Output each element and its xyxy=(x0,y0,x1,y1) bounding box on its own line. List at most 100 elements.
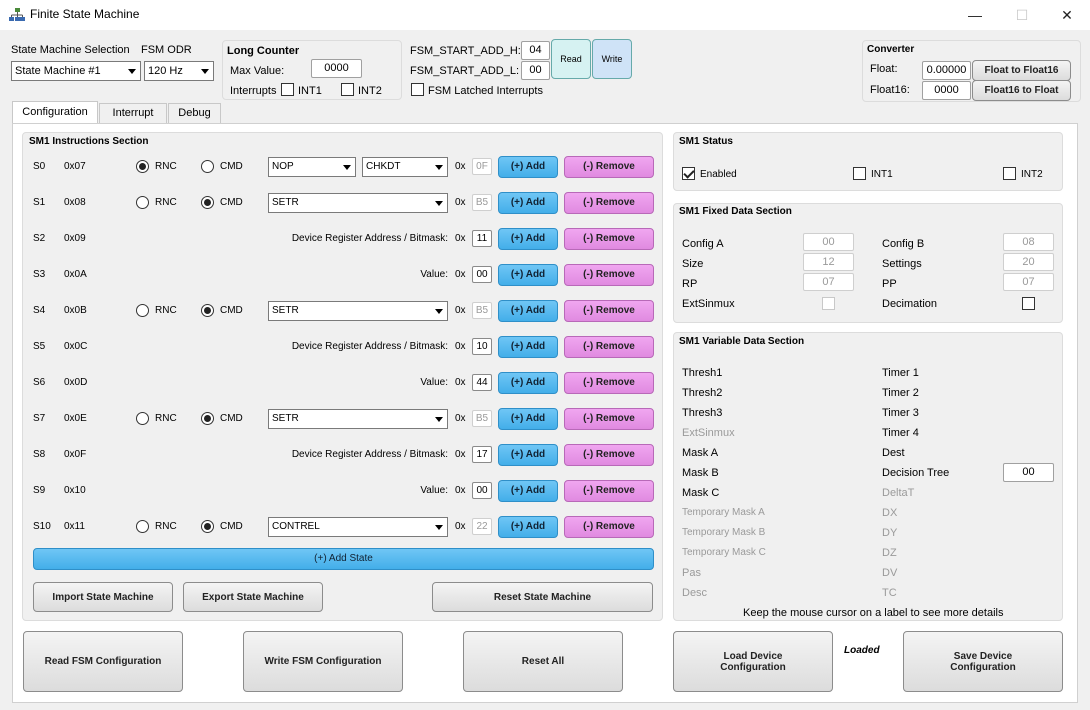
cmd-label: CMD xyxy=(220,197,243,208)
cmd-label: CMD xyxy=(220,413,243,424)
enabled-checkbox[interactable] xyxy=(682,167,695,180)
hex-value-field[interactable]: 44 xyxy=(472,374,492,391)
hex-value-field[interactable]: 00 xyxy=(472,482,492,499)
add-instruction-button[interactable]: (+) Add xyxy=(498,336,558,358)
instruction-combo[interactable]: NOP xyxy=(268,157,356,177)
minimize-button[interactable]: — xyxy=(958,4,992,26)
instruction-combo[interactable]: SETR xyxy=(268,301,448,321)
instruction-combo[interactable]: SETR xyxy=(268,193,448,213)
hex-value-field[interactable]: 00 xyxy=(472,266,492,283)
maximize-button[interactable]: ☐ xyxy=(1005,4,1039,26)
add-instruction-button[interactable]: (+) Add xyxy=(498,300,558,322)
add-instruction-button[interactable]: (+) Add xyxy=(498,156,558,178)
remove-instruction-button[interactable]: (-) Remove xyxy=(564,408,654,430)
instruction-combo[interactable]: CONTREL xyxy=(268,517,448,537)
cmd-radio[interactable] xyxy=(201,160,214,173)
remove-instruction-button[interactable]: (-) Remove xyxy=(564,336,654,358)
add-instruction-button[interactable]: (+) Add xyxy=(498,480,558,502)
sm-selection-label: State Machine Selection xyxy=(11,44,130,56)
read-fsm-configuration-button[interactable]: Read FSM Configuration xyxy=(23,631,183,692)
sm-selection-combo[interactable]: State Machine #1 xyxy=(11,61,141,81)
fixed-data-label: Decimation xyxy=(882,298,938,310)
status-int1-checkbox[interactable] xyxy=(853,167,866,180)
rnc-radio[interactable] xyxy=(136,304,149,317)
rnc-radio[interactable] xyxy=(136,160,149,173)
max-value-field[interactable]: 0000 xyxy=(311,59,362,78)
load-device-configuration-button[interactable]: Load Device Configuration xyxy=(673,631,833,692)
remove-instruction-button[interactable]: (-) Remove xyxy=(564,192,654,214)
rnc-label: RNC xyxy=(155,521,177,532)
add-instruction-button[interactable]: (+) Add xyxy=(498,516,558,538)
fixed-data-checkbox[interactable] xyxy=(1022,297,1035,310)
save-device-configuration-button[interactable]: Save Device Configuration xyxy=(903,631,1063,692)
variable-data-label: Decision Tree xyxy=(882,467,950,479)
float-field[interactable]: 0.00000 xyxy=(922,61,971,80)
chevron-down-icon xyxy=(343,165,351,170)
tab-configuration[interactable]: Configuration xyxy=(12,101,98,124)
remove-instruction-button[interactable]: (-) Remove xyxy=(564,372,654,394)
remove-instruction-button[interactable]: (-) Remove xyxy=(564,264,654,286)
cmd-radio[interactable] xyxy=(201,304,214,317)
long-counter-int2-checkbox[interactable] xyxy=(341,83,354,96)
export-state-machine-button[interactable]: Export State Machine xyxy=(183,582,323,612)
add-instruction-button[interactable]: (+) Add xyxy=(498,228,558,250)
close-button[interactable]: ✕ xyxy=(1050,4,1084,26)
start-add-l-field[interactable]: 00 xyxy=(521,61,550,80)
state-address: 0x08 xyxy=(64,197,86,208)
remove-instruction-button[interactable]: (-) Remove xyxy=(564,444,654,466)
interrupts-label: Interrupts xyxy=(230,85,277,97)
remove-instruction-button[interactable]: (-) Remove xyxy=(564,228,654,250)
add-instruction-button[interactable]: (+) Add xyxy=(498,372,558,394)
tab-interrupt[interactable]: Interrupt xyxy=(99,103,167,123)
write-fsm-configuration-button[interactable]: Write FSM Configuration xyxy=(243,631,403,692)
rnc-radio[interactable] xyxy=(136,520,149,533)
chevron-down-icon xyxy=(128,69,136,74)
read-button[interactable]: Read xyxy=(551,39,591,79)
remove-instruction-button[interactable]: (-) Remove xyxy=(564,516,654,538)
state-address: 0x11 xyxy=(64,521,85,532)
float-to-float16-button[interactable]: Float to Float16 xyxy=(972,60,1071,81)
variable-data-label: ExtSinmux xyxy=(682,427,735,439)
float16-to-float-button[interactable]: Float16 to Float xyxy=(972,80,1071,101)
hex-value-field[interactable]: 17 xyxy=(472,446,492,463)
state-label: S2 xyxy=(33,233,46,244)
cmd-label: CMD xyxy=(220,161,243,172)
instruction-combo[interactable]: SETR xyxy=(268,409,448,429)
hex-value-field[interactable]: 11 xyxy=(472,230,492,247)
long-counter-int1-checkbox[interactable] xyxy=(281,83,294,96)
remove-instruction-button[interactable]: (-) Remove xyxy=(564,300,654,322)
add-instruction-button[interactable]: (+) Add xyxy=(498,192,558,214)
reset-all-button[interactable]: Reset All xyxy=(463,631,623,692)
remove-instruction-button[interactable]: (-) Remove xyxy=(564,156,654,178)
add-instruction-button[interactable]: (+) Add xyxy=(498,264,558,286)
fixed-data-checkbox xyxy=(822,297,835,310)
add-instruction-button[interactable]: (+) Add xyxy=(498,408,558,430)
cmd-radio[interactable] xyxy=(201,196,214,209)
tab-debug[interactable]: Debug xyxy=(168,103,221,123)
state-label: S5 xyxy=(33,341,46,352)
remove-instruction-button[interactable]: (-) Remove xyxy=(564,480,654,502)
add-instruction-button[interactable]: (+) Add xyxy=(498,444,558,466)
fixed-data-field: 07 xyxy=(803,273,854,291)
odr-combo[interactable]: 120 Hz xyxy=(144,61,214,81)
cmd-radio[interactable] xyxy=(201,520,214,533)
condition-combo[interactable]: CHKDT xyxy=(362,157,448,177)
float-label: Float: xyxy=(870,63,898,75)
cmd-radio[interactable] xyxy=(201,412,214,425)
add-state-button[interactable]: (+) Add State xyxy=(33,548,654,570)
write-button[interactable]: Write xyxy=(592,39,632,79)
variable-data-label: Pas xyxy=(682,567,701,579)
start-add-h-field[interactable]: 04 xyxy=(521,41,550,60)
hex-value-field: 0F xyxy=(472,158,492,175)
float16-field[interactable]: 0000 xyxy=(922,81,971,100)
status-int2-checkbox[interactable] xyxy=(1003,167,1016,180)
fixed-data-field: 20 xyxy=(1003,253,1054,271)
reset-state-machine-button[interactable]: Reset State Machine xyxy=(432,582,653,612)
rnc-radio[interactable] xyxy=(136,196,149,209)
state-label: S3 xyxy=(33,269,46,280)
decision-tree-field[interactable]: 00 xyxy=(1003,463,1054,482)
hex-value-field[interactable]: 10 xyxy=(472,338,492,355)
latched-interrupts-checkbox[interactable] xyxy=(411,83,424,96)
rnc-radio[interactable] xyxy=(136,412,149,425)
import-state-machine-button[interactable]: Import State Machine xyxy=(33,582,173,612)
